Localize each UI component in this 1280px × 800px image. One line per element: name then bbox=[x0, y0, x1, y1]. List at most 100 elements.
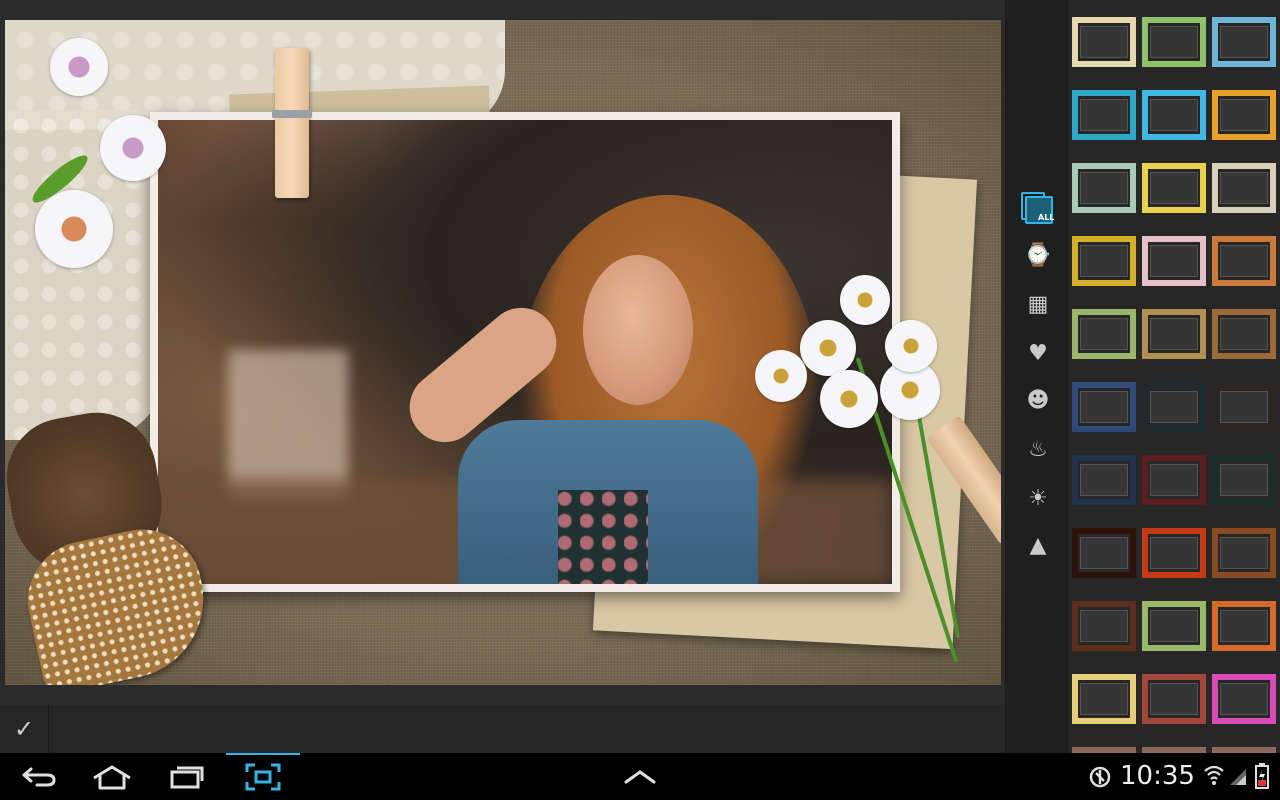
christmas-tree-icon: ▲ bbox=[1029, 532, 1047, 558]
frame-thumbnail[interactable] bbox=[1142, 455, 1206, 505]
checkmark-icon: ✓ bbox=[13, 715, 35, 743]
frame-thumbnail-preview bbox=[1220, 99, 1268, 131]
category-christmas-button[interactable]: ▲ bbox=[1021, 528, 1055, 562]
daisy-flower-decoration bbox=[840, 275, 890, 325]
category-halloween-button[interactable]: ☻ bbox=[1021, 383, 1055, 417]
recent-apps-icon bbox=[170, 766, 204, 788]
frame-thumbnail-preview bbox=[1080, 537, 1128, 569]
frame-thumbnail-preview bbox=[1150, 537, 1198, 569]
frame-thumbnail-preview bbox=[1080, 683, 1128, 715]
frame-thumbnail-preview bbox=[1220, 610, 1268, 642]
heart-icon: ♥ bbox=[1028, 340, 1048, 366]
frame-thumbnail-preview bbox=[1080, 391, 1128, 423]
daisy-flower-decoration bbox=[35, 190, 113, 268]
daisy-flower-decoration bbox=[820, 370, 878, 428]
cake-icon: ♨ bbox=[1028, 436, 1048, 462]
frame-thumbnail-preview bbox=[1080, 99, 1128, 131]
frame-thumbnail[interactable] bbox=[1212, 455, 1276, 505]
frame-thumbnail[interactable] bbox=[1212, 528, 1276, 578]
recent-apps-button[interactable] bbox=[150, 753, 224, 800]
frame-thumbnail[interactable] bbox=[1142, 674, 1206, 724]
frame-thumbnail-preview bbox=[1080, 464, 1128, 496]
home-button[interactable] bbox=[75, 753, 149, 800]
frame-thumbnail[interactable] bbox=[1212, 236, 1276, 286]
home-icon bbox=[93, 765, 131, 789]
show-menu-button[interactable] bbox=[603, 753, 677, 800]
frame-thumbnail-preview bbox=[1150, 172, 1198, 204]
frame-thumbnail-preview bbox=[1150, 610, 1198, 642]
action-bar: ✓ bbox=[0, 705, 1005, 753]
frame-thumbnail[interactable] bbox=[1072, 90, 1136, 140]
frame-thumbnail[interactable] bbox=[1212, 382, 1276, 432]
signal-icon bbox=[1230, 769, 1246, 785]
frame-thumbnail-preview bbox=[1220, 537, 1268, 569]
category-summer-button[interactable]: ☀ bbox=[1021, 481, 1055, 515]
status-clock: 10:35 bbox=[1120, 761, 1195, 791]
frame-thumbnail[interactable] bbox=[1072, 236, 1136, 286]
frame-thumbnail[interactable] bbox=[1142, 601, 1206, 651]
data-saver-icon bbox=[1089, 766, 1111, 788]
frame-thumbnail[interactable] bbox=[1142, 382, 1206, 432]
frame-thumbnail[interactable] bbox=[1142, 528, 1206, 578]
frame-thumbnail-panel[interactable] bbox=[1067, 0, 1280, 753]
recent-clock-icon: ⌚ bbox=[1024, 242, 1052, 268]
frame-thumbnail[interactable] bbox=[1212, 674, 1276, 724]
frame-thumbnail[interactable] bbox=[1072, 163, 1136, 213]
frame-thumbnail-preview bbox=[1150, 245, 1198, 277]
wifi-icon bbox=[1204, 765, 1224, 785]
screenshot-icon bbox=[245, 763, 281, 790]
frame-thumbnail-preview bbox=[1220, 464, 1268, 496]
frame-editor-app: ✓ ALL ⌚ ▦ ♥ ☻ ♨ ☀ ▲ 10:35 bbox=[0, 0, 1280, 800]
frame-thumbnail[interactable] bbox=[1072, 455, 1136, 505]
category-love-button[interactable]: ♥ bbox=[1021, 336, 1055, 370]
chevron-up-icon bbox=[624, 769, 656, 783]
frame-thumbnail-preview bbox=[1220, 172, 1268, 204]
category-recent-button[interactable]: ⌚ bbox=[1021, 238, 1055, 272]
back-icon bbox=[22, 767, 56, 786]
daisy-flower-decoration bbox=[800, 320, 856, 376]
category-birthday-button[interactable]: ♨ bbox=[1021, 432, 1055, 466]
frame-thumbnail[interactable] bbox=[1072, 674, 1136, 724]
frame-thumbnail-preview bbox=[1220, 318, 1268, 350]
frame-thumbnail[interactable] bbox=[1072, 601, 1136, 651]
photo-gallery-icon: ▦ bbox=[1027, 291, 1049, 317]
frame-thumbnail-preview bbox=[1150, 99, 1198, 131]
frame-thumbnail[interactable] bbox=[1212, 601, 1276, 651]
frame-thumbnail[interactable] bbox=[1212, 17, 1276, 67]
frame-thumbnail[interactable] bbox=[1072, 382, 1136, 432]
frame-thumbnail-preview bbox=[1220, 245, 1268, 277]
frame-thumbnail-preview bbox=[1080, 610, 1128, 642]
photo-subject-face bbox=[583, 255, 693, 405]
frame-thumbnail[interactable] bbox=[1072, 17, 1136, 67]
frame-thumbnail[interactable] bbox=[1212, 163, 1276, 213]
frame-thumbnail-preview bbox=[1150, 391, 1198, 423]
frame-thumbnail-preview bbox=[1150, 26, 1198, 58]
all-frames-icon: ALL bbox=[1025, 196, 1055, 224]
category-all-button[interactable]: ALL bbox=[1019, 190, 1055, 224]
frame-thumbnail[interactable] bbox=[1212, 90, 1276, 140]
frame-thumbnail[interactable] bbox=[1072, 528, 1136, 578]
screenshot-button[interactable] bbox=[226, 753, 300, 800]
frame-thumbnail-preview bbox=[1080, 172, 1128, 204]
frame-thumbnail-preview bbox=[1080, 318, 1128, 350]
category-all-label: ALL bbox=[1038, 213, 1055, 222]
frame-thumbnail-preview bbox=[1220, 26, 1268, 58]
frame-thumbnail[interactable] bbox=[1142, 90, 1206, 140]
frame-thumbnail[interactable] bbox=[1142, 17, 1206, 67]
frame-thumbnail[interactable] bbox=[1212, 309, 1276, 359]
frame-thumbnail-preview bbox=[1220, 391, 1268, 423]
frame-thumbnail[interactable] bbox=[1142, 163, 1206, 213]
frame-thumbnail-preview bbox=[1080, 26, 1128, 58]
pumpkin-icon: ☻ bbox=[1026, 387, 1050, 413]
frame-category-column: ALL ⌚ ▦ ♥ ☻ ♨ ☀ ▲ bbox=[1005, 0, 1068, 753]
battery-icon bbox=[1255, 763, 1269, 789]
frame-thumbnail[interactable] bbox=[1142, 309, 1206, 359]
frame-thumbnail[interactable] bbox=[1072, 309, 1136, 359]
frame-thumbnail[interactable] bbox=[1142, 236, 1206, 286]
editor-canvas[interactable] bbox=[5, 20, 1001, 685]
back-button[interactable] bbox=[2, 753, 76, 800]
photo-subject-shirt bbox=[558, 490, 648, 584]
confirm-button[interactable]: ✓ bbox=[0, 705, 49, 753]
category-gallery-button[interactable]: ▦ bbox=[1021, 287, 1055, 321]
daisy-flower-decoration bbox=[50, 38, 108, 96]
